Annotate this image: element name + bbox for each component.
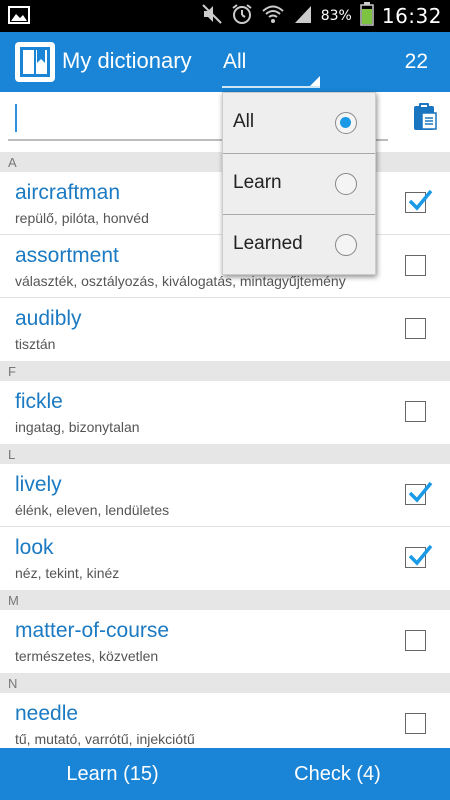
list-item[interactable]: needle tű, mutató, varrótű, injekciótű (0, 693, 450, 748)
list-item[interactable]: matter-of-course természetes, közvetlen (0, 610, 450, 673)
learn-button[interactable]: Learn (15) (0, 748, 225, 800)
word-text: needle (15, 702, 79, 725)
word-text: fickle (15, 390, 63, 413)
app-bar: My dictionary All 22 (0, 32, 450, 92)
learn-checkbox[interactable] (405, 255, 426, 276)
word-text: matter-of-course (15, 619, 170, 642)
meaning-text: néz, tekint, kinéz (15, 565, 120, 581)
text-cursor (15, 104, 17, 132)
dropdown-option-learned[interactable]: Learned (223, 215, 375, 276)
meaning-text: élénk, eleven, lendületes (15, 502, 170, 518)
word-text: assortment (15, 244, 119, 267)
mute-icon (201, 3, 223, 29)
radio-button[interactable] (335, 112, 357, 134)
word-count: 22 (404, 50, 428, 73)
dropdown-option-label: All (233, 111, 255, 132)
filter-dropdown: All Learn Learned (222, 92, 376, 275)
word-text: aircraftman (15, 181, 121, 204)
meaning-text: természetes, közvetlen (15, 648, 159, 664)
learn-checkbox[interactable] (405, 189, 433, 213)
battery-icon (360, 2, 374, 30)
learn-checkbox[interactable] (405, 713, 426, 734)
checkmark-icon (408, 481, 433, 503)
list-item[interactable]: fickle ingatag, bizonytalan (0, 381, 450, 444)
word-text: look (15, 536, 54, 559)
section-header-f: F (0, 361, 450, 381)
checkmark-icon (408, 189, 433, 211)
learn-checkbox[interactable] (405, 318, 426, 339)
clipboard-icon (412, 102, 438, 136)
filter-spinner[interactable]: All (222, 46, 322, 88)
meaning-text: tű, mutató, varrótű, injekciótű (15, 731, 195, 747)
word-text: lively (15, 473, 62, 496)
status-bar: 83% 16:32 (0, 0, 450, 32)
dropdown-option-label: Learned (233, 233, 303, 254)
list-item[interactable]: audibly tisztán (0, 298, 450, 361)
image-icon (8, 6, 30, 24)
meaning-text: ingatag, bizonytalan (15, 419, 140, 435)
radio-selected-dot (340, 117, 351, 128)
learn-checkbox[interactable] (405, 630, 426, 651)
clock: 16:32 (381, 4, 442, 28)
section-header-l: L (0, 444, 450, 464)
dropdown-option-label: Learn (233, 172, 282, 193)
app-title: My dictionary (62, 48, 192, 73)
bottom-bar: Learn (15) Check (4) (0, 748, 450, 800)
battery-percent: 83% (320, 8, 352, 24)
section-header-m: M (0, 590, 450, 610)
paste-button[interactable] (410, 102, 440, 136)
meaning-text: repülő, pilóta, honvéd (15, 210, 149, 226)
meaning-text: tisztán (15, 336, 56, 352)
word-text: audibly (15, 307, 82, 330)
radio-button[interactable] (335, 234, 357, 256)
list-item[interactable]: look néz, tekint, kinéz (0, 527, 450, 590)
dictionary-icon[interactable] (14, 41, 56, 83)
spinner-underline (222, 86, 320, 88)
spinner-arrow-icon (310, 76, 320, 86)
list-item[interactable]: lively élénk, eleven, lendületes (0, 464, 450, 527)
signal-icon (293, 4, 313, 28)
filter-value: All (223, 50, 247, 73)
radio-button[interactable] (335, 173, 357, 195)
check-button[interactable]: Check (4) (225, 748, 450, 800)
dropdown-option-learn[interactable]: Learn (223, 154, 375, 215)
checkmark-icon (408, 544, 433, 566)
screen: 83% 16:32 My dictionary All 22 A aircraf… (0, 0, 450, 800)
wifi-icon (261, 3, 285, 29)
learn-checkbox[interactable] (405, 401, 426, 422)
dropdown-option-all[interactable]: All (223, 93, 375, 154)
section-header-n: N (0, 673, 450, 693)
learn-checkbox[interactable] (405, 544, 433, 568)
learn-checkbox[interactable] (405, 481, 433, 505)
alarm-icon (231, 3, 253, 29)
